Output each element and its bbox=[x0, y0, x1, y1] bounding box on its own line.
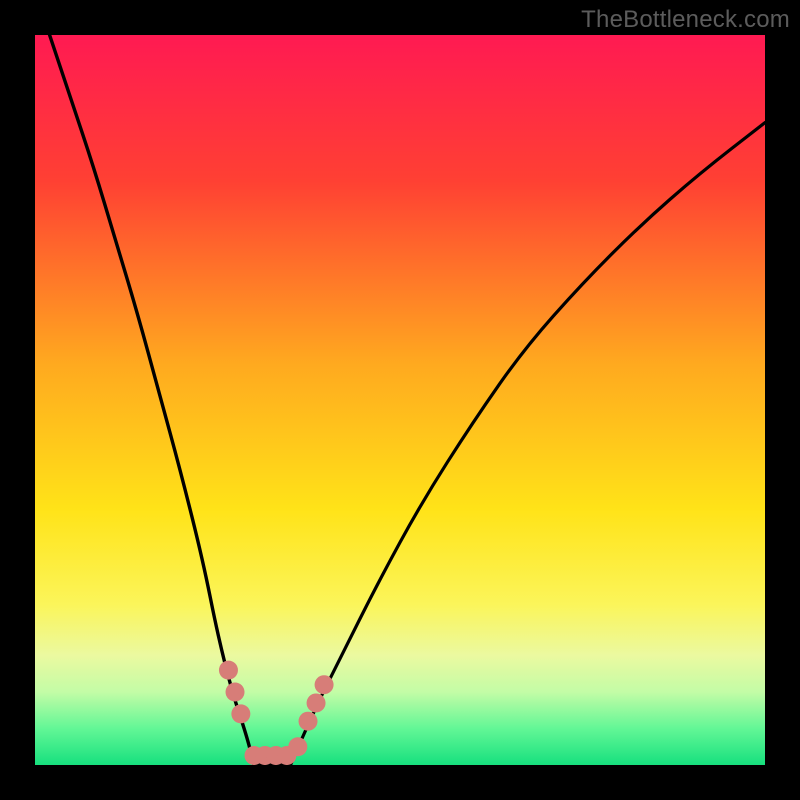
valley-marker bbox=[226, 683, 245, 702]
valley-marker bbox=[307, 693, 326, 712]
valley-marker bbox=[231, 704, 250, 723]
valley-marker bbox=[299, 712, 318, 731]
valley-marker bbox=[315, 675, 334, 694]
plot-background bbox=[35, 35, 765, 765]
watermark-text: TheBottleneck.com bbox=[581, 6, 790, 34]
chart-svg bbox=[0, 0, 800, 800]
valley-marker bbox=[288, 737, 307, 756]
outer-frame: TheBottleneck.com bbox=[0, 0, 800, 800]
valley-marker bbox=[219, 661, 238, 680]
